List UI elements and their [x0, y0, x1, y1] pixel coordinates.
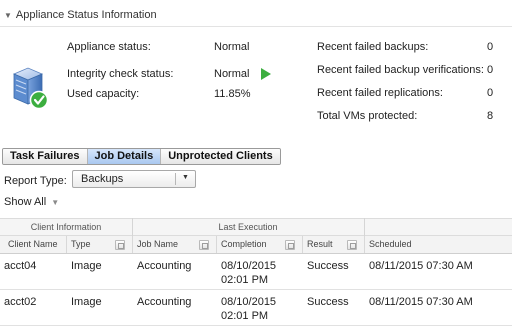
table-row[interactable]: acct02 Image Accounting 08/10/2015 02:01… — [0, 290, 512, 326]
type-filter-icon[interactable] — [115, 240, 125, 250]
section-divider — [0, 26, 512, 27]
collapse-triangle-icon: ▼ — [4, 10, 12, 20]
report-type-label: Report Type: — [4, 175, 67, 187]
table-row[interactable]: acct04 Image Accounting 08/10/2015 02:01… — [0, 254, 512, 290]
group-client-information: Client Information — [30, 222, 102, 232]
report-type-select[interactable]: Backups ▼ — [72, 170, 196, 188]
col-scheduled[interactable]: Scheduled — [365, 236, 412, 253]
tab-unprotected-clients[interactable]: Unprotected Clients — [161, 149, 280, 164]
cell-result: Success — [307, 296, 349, 308]
play-icon[interactable] — [261, 68, 271, 80]
failed-replications-value: 0 — [487, 87, 494, 99]
cell-type: Image — [71, 260, 102, 272]
col-result[interactable]: Result — [303, 236, 333, 253]
failed-verifications-value: 0 — [487, 64, 494, 76]
completion-time: 02:01 PM — [221, 310, 269, 322]
appliance-status-header[interactable]: ▼ Appliance Status Information — [4, 8, 157, 22]
cell-scheduled: 08/11/2015 07:30 AM — [369, 296, 473, 308]
cell-client-name: acct04 — [4, 260, 37, 272]
col-client-name[interactable]: Client Name — [4, 236, 58, 253]
used-capacity-value: 11.85% — [214, 88, 251, 100]
cell-job-name: Accounting — [137, 260, 192, 272]
chevron-down-icon: ▼ — [182, 174, 189, 181]
column-header-row: Client Name Type Job Name Completion Res… — [0, 236, 512, 254]
completion-date: 08/10/2015 — [221, 296, 277, 308]
failed-replications-label: Recent failed replications: — [317, 87, 443, 99]
report-tabs: Task Failures Job Details Unprotected Cl… — [2, 148, 281, 165]
select-divider — [175, 173, 176, 185]
cell-scheduled: 08/11/2015 07:30 AM — [369, 260, 473, 272]
failed-verifications-label: Recent failed backup verifications: — [317, 64, 484, 76]
failed-backups-value: 0 — [487, 41, 494, 53]
appliance-status-label: Appliance status: — [67, 41, 151, 53]
job-details-table: Client Information Last Execution Client… — [0, 218, 512, 327]
failed-backups-label: Recent failed backups: — [317, 41, 429, 53]
funnel-icon: ▼ — [51, 198, 60, 207]
group-header-row: Client Information Last Execution — [0, 218, 512, 236]
tab-task-failures[interactable]: Task Failures — [3, 149, 88, 164]
report-type-value: Backups — [81, 173, 124, 185]
col-job-name[interactable]: Job Name — [133, 236, 178, 253]
total-vms-label: Total VMs protected: — [317, 110, 418, 122]
server-check-icon — [10, 66, 50, 110]
cell-type: Image — [71, 296, 102, 308]
used-capacity-label: Used capacity: — [67, 88, 140, 100]
show-all-filter[interactable]: Show All ▼ — [4, 196, 59, 208]
tab-job-details[interactable]: Job Details — [87, 149, 162, 164]
integrity-label: Integrity check status: — [67, 68, 174, 80]
appliance-status-value: Normal — [214, 41, 250, 53]
group-last-execution: Last Execution — [218, 222, 278, 232]
col-completion[interactable]: Completion — [217, 236, 267, 253]
job-name-filter-icon[interactable] — [199, 240, 209, 250]
result-filter-icon[interactable] — [347, 240, 357, 250]
show-all-label: Show All — [4, 196, 47, 208]
total-vms-value: 8 — [487, 110, 494, 122]
cell-completion: 08/10/2015 02:01 PM — [221, 295, 276, 323]
completion-filter-icon[interactable] — [285, 240, 295, 250]
cell-completion: 08/10/2015 02:01 PM — [221, 259, 276, 287]
cell-client-name: acct02 — [4, 296, 37, 308]
cell-job-name: Accounting — [137, 296, 192, 308]
col-type[interactable]: Type — [67, 236, 91, 253]
completion-date: 08/10/2015 — [221, 260, 277, 272]
integrity-value: Normal — [214, 68, 250, 80]
completion-time: 02:01 PM — [221, 274, 269, 286]
section-title: Appliance Status Information — [15, 9, 157, 21]
cell-result: Success — [307, 260, 349, 272]
